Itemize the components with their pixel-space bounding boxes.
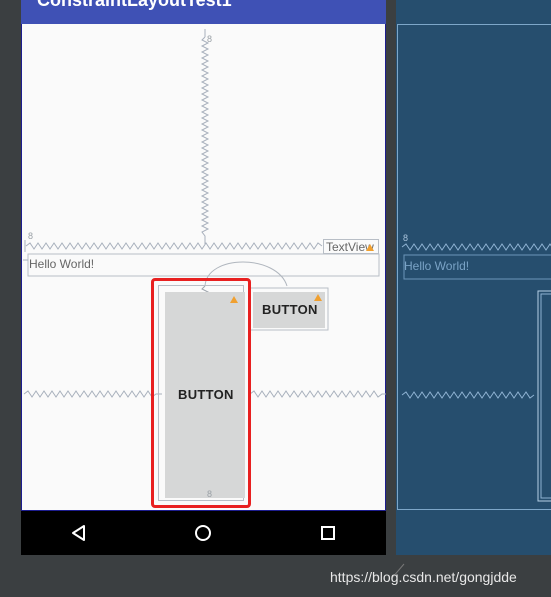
blueprint-frame: 8 Hello World! <box>397 24 551 510</box>
home-icon[interactable] <box>191 521 215 545</box>
margin-top-label: 8 <box>207 34 213 44</box>
tall-button[interactable]: BUTTON <box>165 292 245 498</box>
warning-icon <box>366 244 374 251</box>
warning-icon <box>314 294 322 301</box>
app-title: ConstraintLayoutTest1 <box>37 0 232 10</box>
warning-icon <box>230 296 238 303</box>
textview-tag[interactable]: TextView <box>323 239 379 254</box>
recents-icon[interactable] <box>316 521 340 545</box>
small-button[interactable]: BUTTON <box>253 292 325 328</box>
blueprint-margin-label: 8 <box>403 233 409 243</box>
app-bar: ConstraintLayoutTest1 <box>21 0 386 24</box>
margin-bottom-label: 8 <box>207 489 213 499</box>
nav-bar <box>21 511 386 555</box>
back-icon[interactable] <box>67 521 91 545</box>
blueprint-hello-world[interactable]: Hello World! <box>404 259 469 273</box>
margin-left-label: 8 <box>28 231 34 241</box>
small-button-label: BUTTON <box>262 302 318 317</box>
watermark: https://blog.csdn.net/gongjdde <box>330 569 517 585</box>
design-view[interactable]: ConstraintLayoutTest1 8 8 TextView Hello… <box>21 0 386 555</box>
layout-canvas[interactable]: 8 8 TextView Hello World! BUTTON 8 BUTTO… <box>21 24 386 511</box>
tall-button-label: BUTTON <box>178 387 234 402</box>
hello-world-text[interactable]: Hello World! <box>29 257 94 271</box>
